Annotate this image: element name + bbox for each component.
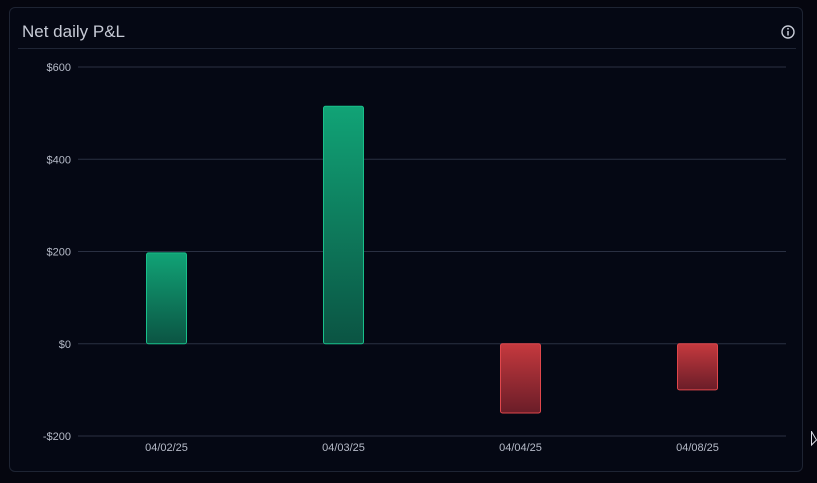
x-tick-label: 04/02/25 bbox=[145, 442, 188, 454]
bar-04-03-25[interactable] bbox=[323, 105, 364, 345]
y-tick-label: -$200 bbox=[43, 431, 71, 443]
bars bbox=[146, 105, 718, 414]
y-tick-label: $200 bbox=[47, 247, 71, 259]
x-axis-ticks: 04/02/25 04/03/25 04/04/25 04/08/25 bbox=[145, 442, 719, 454]
y-axis-ticks: $600 $400 $200 $0 -$200 bbox=[43, 62, 71, 443]
x-tick-label: 04/04/25 bbox=[499, 442, 542, 454]
bar-04-08-25[interactable] bbox=[677, 343, 718, 391]
bar-04-04-25[interactable] bbox=[500, 343, 541, 414]
pnl-bar-chart: $600$400$200$0-$200 04/02/25 04/03/25 04/0… bbox=[43, 62, 786, 454]
y-tick-label: $0 bbox=[59, 339, 71, 351]
bar-04-02-25[interactable] bbox=[146, 252, 187, 345]
x-tick-label: 04/03/25 bbox=[322, 442, 365, 454]
y-tick-label: $400 bbox=[47, 154, 71, 166]
y-tick-label: $600 bbox=[47, 62, 71, 74]
mouse-cursor-icon bbox=[811, 431, 817, 447]
x-tick-label: 04/08/25 bbox=[676, 442, 719, 454]
